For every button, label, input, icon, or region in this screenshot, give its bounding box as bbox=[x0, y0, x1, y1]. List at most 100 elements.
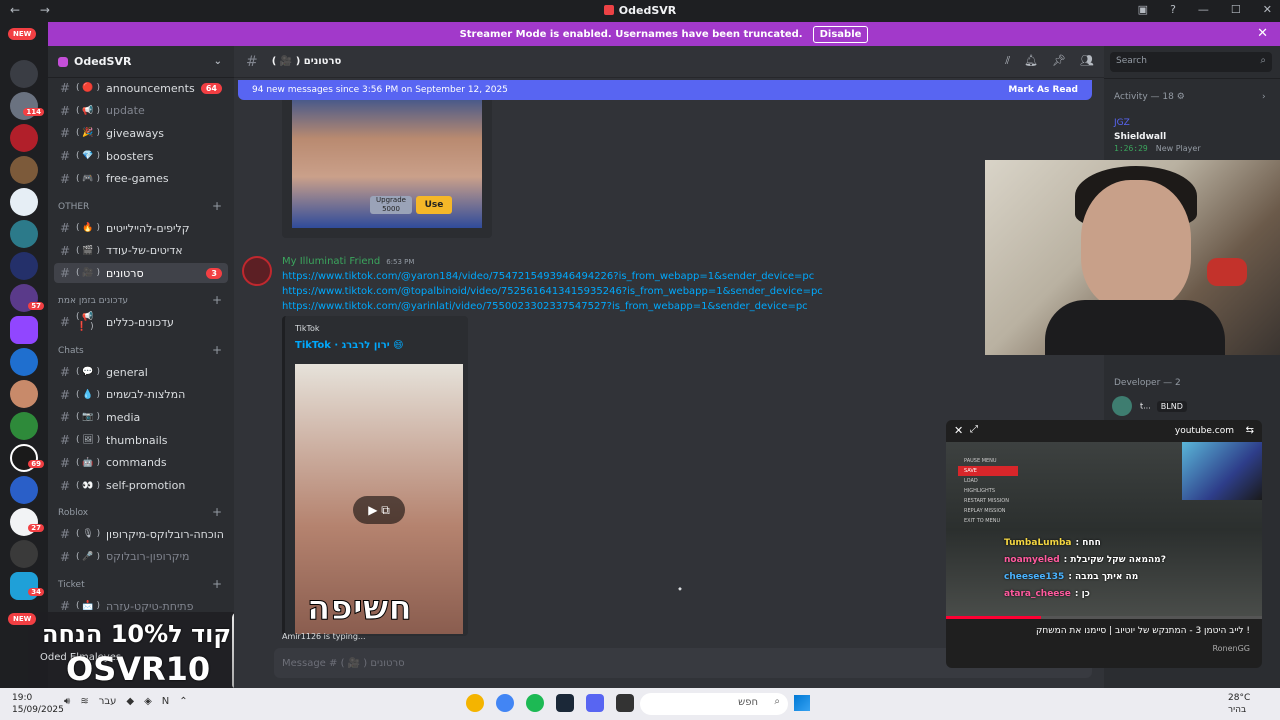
server-icon[interactable] bbox=[10, 124, 38, 152]
search-input[interactable]: Search ⌕ bbox=[1110, 52, 1272, 72]
video-thumbnail[interactable]: ▶ ⧉ חשיפה bbox=[295, 364, 463, 634]
server-icon[interactable] bbox=[10, 540, 38, 568]
channel-category[interactable]: Chats + bbox=[58, 343, 226, 357]
volume-icon[interactable]: 🔊︎ bbox=[64, 696, 70, 707]
video-frame[interactable]: PAUSE MENU SAVE LOAD HIGHLIGHTS RESTART MISS… bbox=[946, 442, 1262, 618]
activity-user[interactable]: JGZ bbox=[1114, 118, 1130, 128]
channel-item[interactable]: # ( 🔥 ) קליפים-להיילייטים bbox=[54, 218, 228, 238]
chevron-right-icon[interactable]: › bbox=[1262, 92, 1266, 102]
server-icon[interactable] bbox=[10, 476, 38, 504]
tray-app-icon[interactable]: ◈ bbox=[144, 696, 152, 707]
message-link[interactable]: https://www.tiktok.com/@yaron184/video/7… bbox=[282, 271, 814, 282]
message-link[interactable]: https://www.tiktok.com/@yarinlati/video/… bbox=[282, 301, 808, 312]
channel-item[interactable]: # ( 💬 ) general bbox=[54, 362, 228, 382]
mark-as-read-button[interactable]: Mark As Read bbox=[1008, 85, 1078, 95]
minimize-button[interactable]: — bbox=[1198, 3, 1209, 16]
spotify-icon[interactable] bbox=[526, 694, 544, 712]
channel-name[interactable]: RonenGG bbox=[1212, 644, 1250, 653]
server-icon[interactable] bbox=[10, 188, 38, 216]
tray-app-icon[interactable]: ◆ bbox=[126, 696, 134, 707]
add-channel-icon[interactable]: + bbox=[212, 293, 222, 307]
member-row[interactable]: t... BLND bbox=[1112, 396, 1187, 416]
weather-widget[interactable]: 28°C בהיר bbox=[1228, 692, 1250, 716]
add-channel-icon[interactable]: + bbox=[212, 505, 222, 519]
channel-category[interactable]: Ticket + bbox=[58, 577, 226, 591]
channel-item[interactable]: # ( 🎬 ) אדיטים-של-עודד bbox=[54, 241, 228, 261]
channel-item[interactable]: # ( 🤖 ) commands bbox=[54, 453, 228, 473]
server-list: NEW 114 57 69 27 34 bbox=[0, 22, 48, 688]
help-icon[interactable]: ? bbox=[1170, 3, 1176, 16]
streamer-mode-banner: Streamer Mode is enabled. Usernames have… bbox=[48, 22, 1280, 46]
webcam-body bbox=[1045, 300, 1225, 355]
author-name[interactable]: My Illuminati Friend bbox=[282, 256, 380, 267]
bell-icon[interactable]: 🔔︎ bbox=[1024, 54, 1038, 68]
progress-bar[interactable] bbox=[946, 616, 1262, 619]
channel-item[interactable]: # ( 📢 ❗ ) עדכונים-כללים bbox=[54, 312, 228, 332]
activity-header[interactable]: Activity — 18 ⚙ › bbox=[1114, 92, 1266, 102]
channel-item[interactable]: # ( 💧 ) המלצות-לבשמים bbox=[54, 385, 228, 405]
server-icon[interactable] bbox=[10, 380, 38, 408]
server-icon[interactable] bbox=[10, 156, 38, 184]
channel-label: המלצות-לבשמים bbox=[106, 388, 186, 402]
play-icon[interactable]: ▶ ⧉ bbox=[353, 496, 405, 524]
embed-title[interactable]: TikTok · ירון לרברג 😄 bbox=[295, 340, 404, 351]
channel-item[interactable]: # ( 🎉 ) giveaways bbox=[54, 123, 228, 143]
clock[interactable]: 19:0 15/09/2025 bbox=[12, 692, 64, 716]
server-icon[interactable] bbox=[10, 412, 38, 440]
server-icon[interactable] bbox=[10, 220, 38, 248]
server-icon[interactable] bbox=[10, 252, 38, 280]
new-messages-bar[interactable]: 94 new messages since 3:56 PM on Septemb… bbox=[238, 80, 1092, 100]
chrome-icon[interactable] bbox=[496, 694, 514, 712]
video-title[interactable]: לייב היטמן 3 - המתנקש של יוטיוב | סיימנו… bbox=[1036, 626, 1250, 636]
channel-item[interactable]: # ( 🖼 ) thumbnails bbox=[54, 430, 228, 450]
channel-item[interactable]: # ( 💎 ) boosters bbox=[54, 146, 228, 166]
message-link[interactable]: https://www.tiktok.com/@topalbinoid/vide… bbox=[282, 286, 823, 297]
channel-category[interactable]: Roblox + bbox=[58, 505, 226, 519]
channel-item[interactable]: # ( 🎥 ) סרטונים 3 bbox=[54, 263, 228, 284]
discord-icon[interactable] bbox=[586, 694, 604, 712]
members-icon[interactable]: 👥︎ bbox=[1080, 54, 1094, 68]
expand-icon[interactable]: ⤢ bbox=[970, 424, 978, 435]
message-author[interactable]: My Illuminati Friend 6:53 PM bbox=[282, 256, 414, 267]
chevron-down-icon[interactable]: ⌄ bbox=[214, 56, 222, 67]
close-icon[interactable]: ✕ bbox=[954, 424, 963, 437]
switch-icon[interactable]: ⇆ bbox=[1246, 425, 1254, 436]
app-icon[interactable] bbox=[466, 694, 484, 712]
channel-category[interactable]: OTHER + bbox=[58, 199, 226, 213]
start-icon[interactable] bbox=[794, 695, 810, 711]
maximize-button[interactable]: ☐ bbox=[1231, 3, 1241, 16]
language-indicator[interactable]: עבר bbox=[99, 696, 117, 707]
close-icon[interactable]: ✕ bbox=[1257, 26, 1268, 41]
chevron-up-icon[interactable]: ⌃ bbox=[179, 696, 187, 707]
new-pill: NEW bbox=[8, 613, 37, 625]
pin-icon[interactable]: 📌︎ bbox=[1052, 54, 1066, 68]
taskbar-search[interactable]: חפש ⌕ bbox=[640, 693, 788, 715]
inbox-icon[interactable]: ▣ bbox=[1138, 3, 1148, 16]
steam-icon[interactable] bbox=[556, 694, 574, 712]
disable-button[interactable]: Disable bbox=[812, 25, 869, 43]
server-header[interactable]: OdedSVR ⌄ bbox=[48, 46, 234, 78]
mention-badge: 114 bbox=[23, 108, 44, 116]
channel-item[interactable]: # ( 🎮 ) free-games bbox=[54, 169, 228, 189]
channel-item[interactable]: # ( 🎙 ) הוכחה-רובלוקס-מיקרופון bbox=[54, 524, 228, 544]
channel-item[interactable]: # ( 📷 ) media bbox=[54, 407, 228, 427]
channel-item[interactable]: # ( 📢 ) update bbox=[54, 101, 228, 121]
channel-emoji: ( 🎉 ) bbox=[76, 128, 100, 139]
threads-icon[interactable]: ⫽ bbox=[1005, 54, 1010, 68]
wifi-icon[interactable]: ≋ bbox=[80, 696, 88, 707]
channel-item[interactable]: # ( 👀 ) self-promotion bbox=[54, 476, 228, 496]
server-icon[interactable] bbox=[10, 60, 38, 88]
twitch-server-icon[interactable] bbox=[10, 316, 38, 344]
channel-category[interactable]: עדכונים בזמן אמת + bbox=[58, 293, 226, 307]
avatar[interactable] bbox=[242, 256, 272, 286]
add-channel-icon[interactable]: + bbox=[212, 577, 222, 591]
channel-item[interactable]: # ( 🎤 ) מיקרופון-רובלוקס bbox=[54, 547, 228, 567]
add-channel-icon[interactable]: + bbox=[212, 199, 222, 213]
channel-item[interactable]: # ( 🔴 ) announcements 64 bbox=[54, 78, 228, 98]
add-channel-icon[interactable]: + bbox=[212, 343, 222, 357]
notion-icon[interactable]: N bbox=[162, 696, 169, 707]
close-window-button[interactable]: ✕ bbox=[1263, 3, 1272, 16]
server-icon[interactable] bbox=[10, 348, 38, 376]
channel-emoji: ( 🖼 ) bbox=[76, 435, 101, 446]
terminal-icon[interactable] bbox=[616, 694, 634, 712]
